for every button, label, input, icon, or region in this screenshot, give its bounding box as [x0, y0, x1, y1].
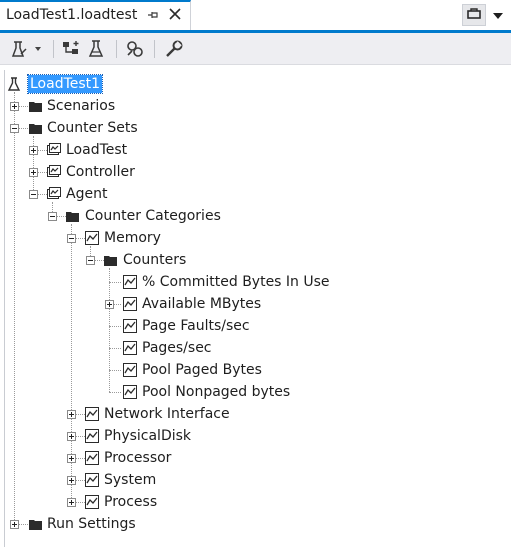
counter-category-icon — [85, 407, 99, 421]
add-scenario-icon[interactable] — [60, 38, 82, 60]
tree-node-counter-sets[interactable]: Counter Sets — [0, 118, 160, 138]
tree-node-label: Pool Nonpaged bytes — [142, 384, 291, 400]
load-test-toolbar — [0, 33, 511, 65]
folder-icon — [66, 212, 79, 222]
tree-node-label: Counter Categories — [85, 208, 221, 224]
load-test-icon — [7, 77, 21, 91]
tree-node-label: Run Settings — [47, 516, 136, 532]
tab-title: LoadTest1.loadtest — [6, 7, 138, 23]
performance-counter-icon — [123, 385, 137, 399]
counter-category-icon — [85, 451, 99, 465]
pin-icon[interactable] — [146, 8, 160, 22]
settings-icon[interactable] — [163, 38, 185, 60]
collapse-icon[interactable] — [48, 212, 57, 221]
close-icon[interactable] — [168, 7, 182, 21]
toolbox-toggle-button[interactable] — [462, 4, 486, 26]
tree-node-label: Page Faults/sec — [142, 318, 250, 334]
tree-node-label: Counters — [123, 252, 187, 268]
tree-node-counter[interactable]: % Committed Bytes In Use — [0, 272, 340, 292]
tree-node-counter-set-agent[interactable]: Agent — [0, 184, 160, 204]
folder-icon — [29, 520, 42, 530]
performance-counter-icon — [123, 297, 137, 311]
toolbar-separator — [154, 40, 155, 58]
tree-node-category-process[interactable]: Process — [0, 492, 200, 512]
counter-category-icon — [85, 495, 99, 509]
expand-icon[interactable] — [67, 476, 76, 485]
tree-node-label: Pages/sec — [142, 340, 212, 356]
expand-icon[interactable] — [67, 410, 76, 419]
performance-counter-icon — [123, 319, 137, 333]
expand-icon[interactable] — [67, 498, 76, 507]
run-test-icon[interactable] — [10, 38, 44, 60]
counter-category-icon — [85, 473, 99, 487]
tree-node-label: System — [104, 472, 157, 488]
dropdown-arrow-icon[interactable] — [492, 11, 504, 21]
tree-node-counter[interactable]: Pool Nonpaged bytes — [0, 382, 300, 402]
toolbar-separator — [116, 40, 117, 58]
add-plugin-icon[interactable] — [86, 38, 108, 60]
tree-node-label: Memory — [104, 230, 161, 246]
folder-icon — [29, 124, 42, 134]
counter-category-icon — [85, 429, 99, 443]
performance-counter-icon — [123, 363, 137, 377]
tree-node-label: Pool Paged Bytes — [142, 362, 262, 378]
document-tab-strip: LoadTest1.loadtest — [0, 0, 511, 30]
tree-node-label: % Committed Bytes In Use — [142, 274, 330, 290]
tree-node-scenarios[interactable]: Scenarios — [0, 96, 140, 116]
tree-node-counter-categories[interactable]: Counter Categories — [0, 206, 221, 226]
tree-node-counter[interactable]: Pool Paged Bytes — [0, 360, 270, 380]
tree-node-label: Counter Sets — [47, 120, 138, 136]
tree-node-category-system[interactable]: System — [0, 470, 200, 490]
tree-node-category-network-interface[interactable]: Network Interface — [0, 404, 240, 424]
counter-set-icon — [47, 165, 61, 177]
tree-node-label: Controller — [66, 164, 135, 180]
collapse-icon[interactable] — [67, 234, 76, 243]
tree-node-label: Network Interface — [104, 406, 230, 422]
performance-counter-icon — [123, 341, 137, 355]
tree-node-label: Agent — [66, 186, 108, 202]
collapse-icon[interactable] — [29, 190, 38, 199]
expand-icon[interactable] — [105, 300, 114, 309]
counter-set-icon — [47, 143, 61, 155]
tree-node-counter-set-controller[interactable]: Controller — [0, 162, 160, 182]
expand-icon[interactable] — [67, 432, 76, 441]
tree-node-label: Scenarios — [47, 98, 116, 114]
expand-icon[interactable] — [67, 454, 76, 463]
counter-category-icon — [85, 231, 99, 245]
counter-set-icon — [47, 187, 61, 199]
expand-icon[interactable] — [29, 168, 38, 177]
folder-icon — [29, 102, 42, 112]
tree-node-category-memory[interactable]: Memory — [0, 228, 180, 248]
tree-node-label: LoadTest — [66, 142, 128, 158]
tree-node-label: Process — [104, 494, 158, 510]
toolbox-icon — [467, 8, 481, 19]
tree-node-counters[interactable]: Counters — [0, 250, 200, 270]
tree-node-root[interactable]: LoadTest1 — [0, 74, 140, 94]
manage-counters-icon[interactable] — [124, 38, 146, 60]
expand-icon[interactable] — [29, 146, 38, 155]
tree-node-run-settings[interactable]: Run Settings — [0, 514, 160, 534]
tree-node-counter[interactable]: Pages/sec — [0, 338, 240, 358]
expand-icon[interactable] — [10, 102, 19, 111]
tree-node-label: Available MBytes — [142, 296, 262, 312]
toolbar-separator — [53, 40, 54, 58]
tree-node-label: Processor — [104, 450, 172, 466]
tree-node-counter[interactable]: Available MBytes — [0, 294, 280, 314]
performance-counter-icon — [123, 275, 137, 289]
tree-node-counter[interactable]: Page Faults/sec — [0, 316, 260, 336]
tree-node-category-physicaldisk[interactable]: PhysicalDisk — [0, 426, 200, 446]
collapse-icon[interactable] — [10, 124, 19, 133]
folder-icon — [104, 256, 117, 266]
tree-node-counter-set-loadtest[interactable]: LoadTest — [0, 140, 160, 160]
tree-node-label: PhysicalDisk — [104, 428, 192, 444]
expand-icon[interactable] — [10, 520, 19, 529]
collapse-icon[interactable] — [86, 256, 95, 265]
tree-node-category-processor[interactable]: Processor — [0, 448, 200, 468]
tree-node-label: LoadTest1 — [26, 74, 104, 94]
document-tab[interactable]: LoadTest1.loadtest — [0, 0, 191, 30]
